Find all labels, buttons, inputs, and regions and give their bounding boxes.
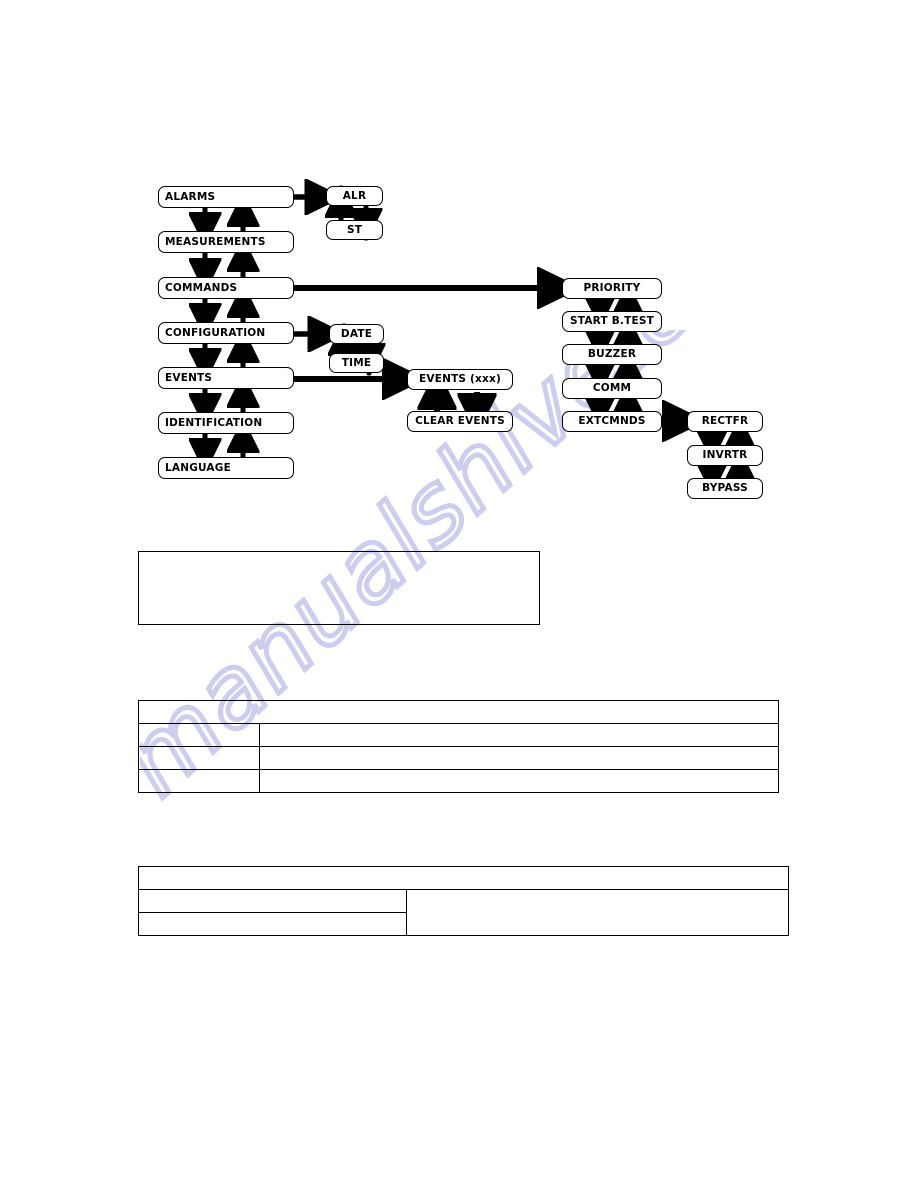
menu-node-label: CONFIGURATION — [165, 326, 266, 339]
menu-node-label: EVENTS — [165, 371, 213, 384]
menu-node-label: CLEAR EVENTS — [415, 415, 505, 428]
table-cell — [138, 723, 260, 747]
table-cell — [259, 769, 779, 793]
menu-node-label: START B.TEST — [570, 315, 654, 328]
table-cell — [138, 912, 407, 936]
menu-node-buzzer[interactable]: BUZZER — [562, 344, 662, 365]
table-cell — [406, 889, 789, 936]
menu-node-date[interactable]: DATE — [329, 324, 384, 344]
table-cell — [138, 769, 260, 793]
menu-node-language[interactable]: LANGUAGE — [158, 457, 294, 479]
menu-node-commands[interactable]: COMMANDS — [158, 277, 294, 299]
menu-node-start-b-test[interactable]: START B.TEST — [562, 311, 662, 332]
document-page: manualshive.com ALARMS MEASUREMENTS COMM… — [0, 0, 918, 1188]
table-cell — [138, 889, 407, 913]
table-row — [138, 866, 789, 890]
menu-node-comm[interactable]: COMM — [562, 378, 662, 399]
menu-node-identification[interactable]: IDENTIFICATION — [158, 412, 294, 434]
table-row — [138, 769, 779, 793]
menu-node-label: PRIORITY — [583, 282, 641, 295]
menu-node-label: ALARMS — [165, 190, 216, 203]
table-cell — [259, 746, 779, 770]
menu-node-label: BUZZER — [587, 348, 637, 361]
menu-node-alr[interactable]: ALR — [326, 186, 383, 206]
specification-table-2 — [138, 866, 789, 936]
menu-node-label: DATE — [340, 327, 373, 340]
menu-node-alarms[interactable]: ALARMS — [158, 186, 294, 208]
menu-node-clear-events[interactable]: CLEAR EVENTS — [407, 411, 513, 432]
menu-node-rectfr[interactable]: RECTFR — [687, 411, 763, 432]
menu-node-measurements[interactable]: MEASUREMENTS — [158, 231, 294, 253]
menu-node-priority[interactable]: PRIORITY — [562, 278, 662, 299]
menu-node-extcmnds[interactable]: EXTCMNDS — [562, 411, 662, 432]
menu-node-events-count[interactable]: EVENTS (xxx) — [407, 369, 513, 390]
menu-node-label: MEASUREMENTS — [165, 235, 266, 248]
menu-node-label: ST — [346, 223, 363, 236]
menu-node-label: BYPASS — [702, 482, 748, 495]
table-row — [138, 700, 779, 724]
note-frame — [138, 551, 540, 625]
menu-node-bypass[interactable]: BYPASS — [687, 478, 763, 499]
menu-node-label: EXTCMNDS — [578, 415, 646, 428]
menu-node-invrtr[interactable]: INVRTR — [687, 445, 763, 466]
table-cell — [138, 746, 260, 770]
table-row — [138, 723, 779, 747]
menu-node-label: COMMANDS — [165, 281, 238, 294]
menu-node-label: COMM — [592, 382, 632, 395]
menu-node-label: TIME — [341, 356, 372, 369]
menu-node-st[interactable]: ST — [326, 220, 383, 240]
table-row — [138, 746, 779, 770]
menu-node-label: EVENTS (xxx) — [419, 373, 501, 386]
specification-table-1 — [138, 700, 779, 793]
diagram-arrows — [0, 0, 918, 540]
menu-node-label: RECTFR — [701, 415, 749, 428]
menu-tree-diagram: ALARMS MEASUREMENTS COMMANDS CONFIGURATI… — [0, 0, 918, 540]
table-cell — [259, 723, 779, 747]
table-row — [138, 889, 789, 936]
menu-node-label: LANGUAGE — [165, 461, 231, 474]
menu-node-configuration[interactable]: CONFIGURATION — [158, 322, 294, 344]
menu-node-label: ALR — [342, 189, 367, 202]
menu-node-time[interactable]: TIME — [329, 353, 384, 373]
menu-node-label: INVRTR — [702, 449, 748, 462]
menu-node-events[interactable]: EVENTS — [158, 367, 294, 389]
table-cell — [138, 866, 789, 890]
table-cell — [138, 700, 779, 724]
menu-node-label: IDENTIFICATION — [165, 416, 263, 429]
